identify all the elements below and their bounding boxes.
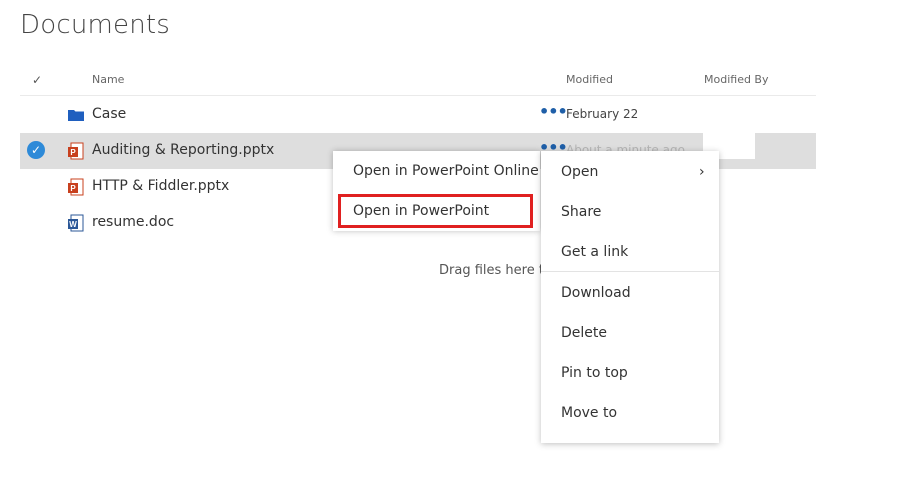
powerpoint-file-icon: P <box>68 178 84 196</box>
modified-date: February 22 <box>566 107 639 121</box>
list-header: ✓ Name Modified Modified By <box>20 64 816 96</box>
menu-item-open[interactable]: Open <box>561 164 598 180</box>
svg-text:P: P <box>70 148 76 157</box>
context-menu: Open › Share Get a link Download Delete … <box>541 151 719 443</box>
menu-divider <box>541 271 719 272</box>
svg-text:P: P <box>70 184 76 193</box>
powerpoint-file-icon: P <box>68 142 84 160</box>
menu-item-pin-to-top[interactable]: Pin to top <box>561 365 628 381</box>
file-name[interactable]: HTTP & Fiddler.pptx <box>92 178 229 194</box>
menu-item-share[interactable]: Share <box>561 204 601 220</box>
menu-item-delete[interactable]: Delete <box>561 325 607 341</box>
more-actions-button[interactable]: ••• <box>539 102 568 121</box>
checkmark-icon[interactable]: ✓ <box>27 141 45 159</box>
column-header-name[interactable]: Name <box>92 73 124 86</box>
file-name[interactable]: Case <box>92 106 126 122</box>
column-header-modified-by[interactable]: Modified By <box>704 73 769 86</box>
column-header-modified[interactable]: Modified <box>566 73 613 86</box>
folder-icon <box>68 110 84 121</box>
file-name[interactable]: Auditing & Reporting.pptx <box>92 142 274 158</box>
file-name[interactable]: resume.doc <box>92 214 174 230</box>
select-all-checkbox[interactable]: ✓ <box>32 73 42 87</box>
chevron-right-icon: › <box>699 164 705 180</box>
menu-item-move-to[interactable]: Move to <box>561 405 617 421</box>
drop-zone-hint: Drag files here to <box>439 263 552 278</box>
highlight-box <box>338 194 533 228</box>
page-title: Documents <box>20 10 171 40</box>
menu-item-download[interactable]: Download <box>561 285 631 301</box>
word-file-icon: W <box>68 214 84 232</box>
menu-item-open-in-powerpoint-online[interactable]: Open in PowerPoint Online <box>353 163 539 179</box>
list-item[interactable]: Case ••• February 22 <box>20 97 816 133</box>
svg-text:W: W <box>69 220 77 229</box>
menu-item-get-a-link[interactable]: Get a link <box>561 244 628 260</box>
